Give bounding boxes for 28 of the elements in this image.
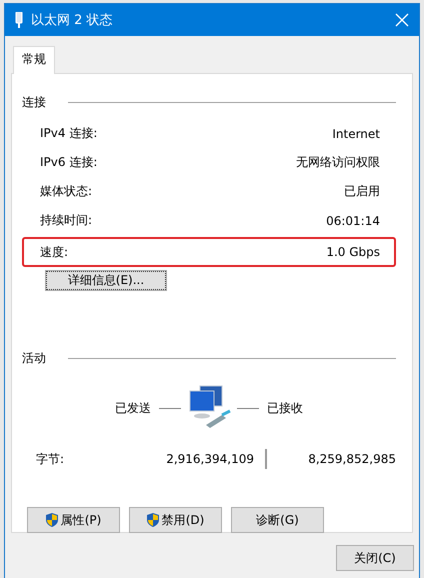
field-value: 已启用 bbox=[344, 183, 380, 200]
window-title: 以太网 2 状态 bbox=[31, 12, 114, 29]
field-label: IPv6 连接: bbox=[40, 154, 98, 171]
shield-icon bbox=[146, 513, 159, 527]
field-label: IPv4 连接: bbox=[40, 125, 98, 142]
bytes-sent: 2,916,394,109 bbox=[166, 452, 254, 466]
action-button[interactable]: 诊断(G) bbox=[231, 507, 324, 533]
bytes-received: 8,259,852,985 bbox=[308, 452, 396, 466]
action-button[interactable]: 属性(P) bbox=[27, 507, 120, 533]
field-label: 速度: bbox=[40, 244, 68, 260]
shield-icon bbox=[46, 513, 58, 527]
section-heading: 连接 bbox=[22, 94, 46, 111]
field-value: 无网络访问权限 bbox=[296, 154, 380, 171]
section-heading: 活动 bbox=[22, 350, 46, 367]
action-button[interactable]: 禁用(D) bbox=[129, 507, 222, 533]
field-value: 06:01:14 bbox=[326, 214, 380, 228]
field-label: 持续时间: bbox=[40, 212, 92, 229]
tab[interactable]: 常规 bbox=[13, 46, 55, 74]
close-icon[interactable] bbox=[395, 13, 409, 27]
details-button[interactable]: 详细信息(E)... bbox=[46, 271, 166, 290]
field-value: 1.0 Gbps bbox=[326, 245, 380, 259]
bytes-label: 字节: bbox=[36, 450, 66, 468]
close-button[interactable]: 关闭(C) bbox=[336, 545, 414, 571]
ethernet-icon bbox=[15, 12, 23, 28]
sent-label: 已发送 bbox=[115, 400, 151, 416]
field-label: 媒体状态: bbox=[40, 183, 92, 200]
received-label: 已接收 bbox=[267, 400, 303, 416]
field-value: Internet bbox=[332, 126, 380, 140]
